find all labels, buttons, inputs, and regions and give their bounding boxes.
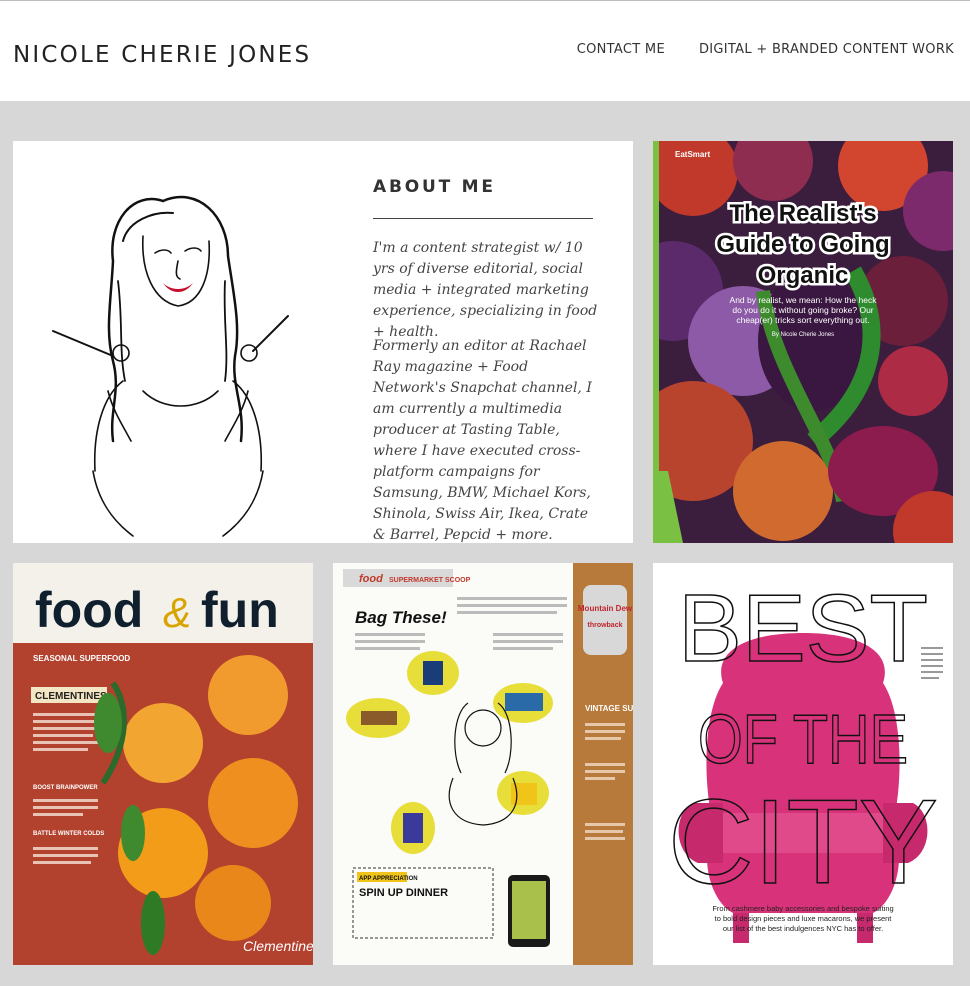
realists-guide-organic-tile[interactable]: EatSmart The Realist's Guide to Going Or…	[653, 141, 953, 543]
nav-contact-me[interactable]: CONTACT ME	[577, 42, 665, 57]
main-nav: CONTACT ME DIGITAL + BRANDED CONTENT WOR…	[577, 42, 954, 57]
food-fun-label: CLEMENTINES	[35, 691, 107, 702]
food-fun-page-image: food & fun SEASONAL SUPERFOOD CLEMENTINE…	[13, 563, 313, 965]
organic-headline-1: The Realist's	[729, 200, 876, 227]
about-me-tile[interactable]: ABOUT ME I'm a content strategist w/ 10 …	[13, 141, 633, 543]
bag-sidebar: VINTAGE SUMMER	[585, 704, 633, 713]
organic-kicker: EatSmart	[675, 150, 710, 159]
food-fun-masthead-1: food	[35, 582, 143, 638]
food-fun-section: SEASONAL SUPERFOOD	[33, 654, 130, 663]
about-paragraph-1: I'm a content strategist w/ 10 yrs of di…	[373, 240, 598, 340]
organic-cover-image: EatSmart The Realist's Guide to Going Or…	[653, 141, 953, 543]
city-dek-1: From cashmere baby accessories and bespo…	[712, 904, 893, 913]
bag-can-sub: throwback	[587, 622, 622, 629]
food-fun-masthead-amp: &	[163, 589, 191, 636]
bag-kicker-2: SUPERMARKET SCOOP	[389, 577, 471, 584]
food-fun-sign: Clementine	[243, 938, 313, 954]
organic-headline-2: Guide to Going	[716, 231, 889, 258]
bag-these-supermarket-scoop-tile[interactable]: food SUPERMARKET SCOOP Bag These! Mounta…	[333, 563, 633, 965]
about-paragraph-2: Formerly an editor at Rachael Ray magazi…	[373, 338, 592, 543]
organic-dek-1: And by realist, we mean: How the heck	[730, 295, 878, 305]
bag-kicker: food	[359, 573, 383, 585]
site-title[interactable]: NICOLE CHERIE JONES	[13, 42, 311, 68]
organic-headline-3: Organic	[758, 262, 849, 289]
city-word-2: OF THE	[698, 700, 908, 778]
site-header: NICOLE CHERIE JONES CONTACT ME DIGITAL +…	[0, 1, 970, 101]
city-dek-3: our list of the best indulgences NYC has…	[723, 924, 883, 933]
city-word-1: BEST	[678, 575, 928, 682]
bag-app-headline: SPIN UP DINNER	[359, 887, 448, 899]
food-and-fun-clementines-tile[interactable]: food & fun SEASONAL SUPERFOOD CLEMENTINE…	[13, 563, 313, 965]
about-divider	[373, 218, 593, 219]
portrait-sketch-illustration	[52, 195, 289, 537]
best-of-city-page-image: BEST OF THE CITY From cashmere baby acce…	[653, 563, 953, 965]
bag-can-brand: Mountain Dew	[578, 604, 633, 613]
about-heading: ABOUT ME	[373, 177, 496, 197]
organic-dek-2: do you do it without going broke? Our	[732, 305, 873, 315]
city-dek-2: to bold design pieces and luxe macarons,…	[715, 914, 893, 923]
bag-headline: Bag These!	[355, 608, 447, 627]
city-word-3: CITY	[668, 775, 938, 909]
bag-section: APP APPRECIATION	[359, 876, 418, 882]
best-of-the-city-tile[interactable]: BEST OF THE CITY From cashmere baby acce…	[653, 563, 953, 965]
bag-these-page-image: food SUPERMARKET SCOOP Bag These! Mounta…	[333, 563, 633, 965]
food-fun-bullet-1: BOOST BRAINPOWER	[33, 785, 98, 791]
food-fun-bullet-2: BATTLE WINTER COLDS	[33, 831, 104, 837]
food-fun-masthead-2: fun	[201, 582, 279, 638]
organic-byline: By Nicole Cherie Jones	[772, 332, 834, 338]
organic-dek-3: cheap(er) tricks sort everything out.	[736, 315, 869, 325]
nav-digital-branded-content-work[interactable]: DIGITAL + BRANDED CONTENT WORK	[699, 42, 954, 57]
